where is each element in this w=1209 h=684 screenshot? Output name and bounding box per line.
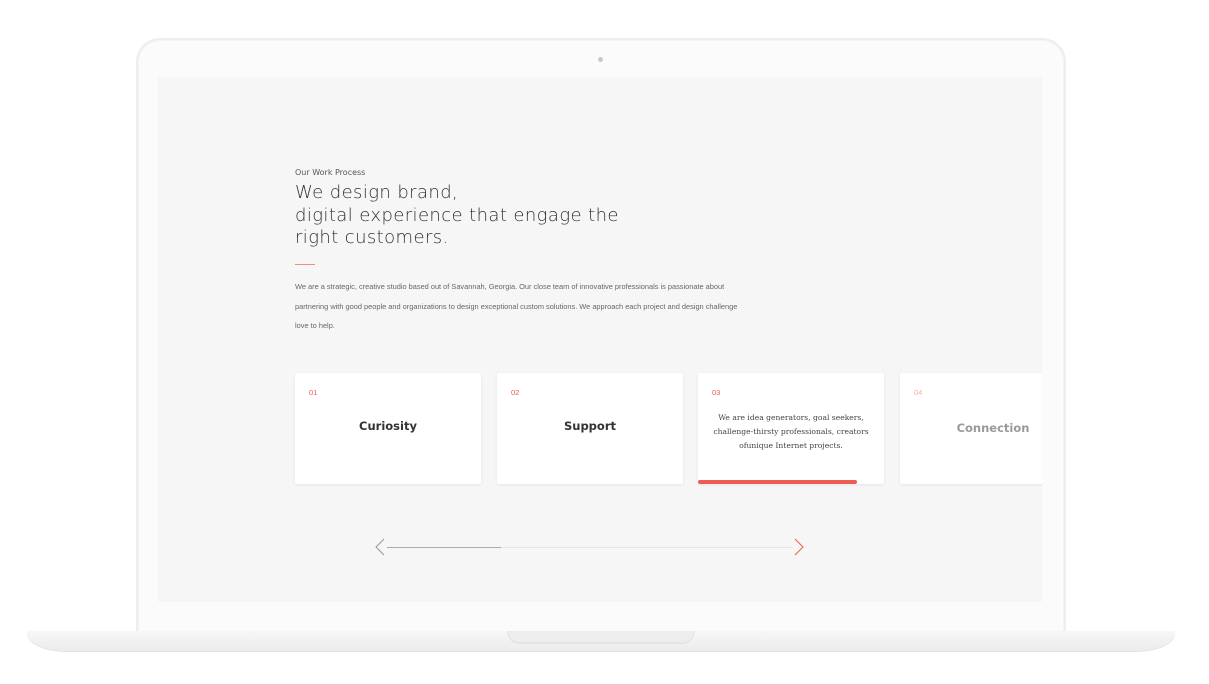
camera-dot (598, 57, 603, 62)
chevron-right-icon (794, 538, 804, 556)
card-number: 04 (914, 388, 923, 397)
card-description: We are idea generators, goal seekers, ch… (708, 411, 874, 453)
section-headline: We design brand, digital experience that… (295, 182, 795, 250)
card-active-bar (698, 480, 857, 484)
card-description-line: ofunique Internet projects. (739, 441, 843, 450)
card-description-line: We are idea generators, goal seekers, (718, 413, 864, 422)
intro-line: partnering with good people and organiza… (295, 301, 738, 311)
section-eyebrow: Our Work Process (295, 168, 366, 177)
intro-line: We are a strategic, creative studio base… (295, 282, 725, 291)
headline-line: digital experience that engage the (295, 204, 619, 226)
section-intro: We are a strategic, creative studio base… (295, 277, 815, 336)
headline-line: right customers. (295, 227, 449, 248)
card-number: 03 (712, 388, 721, 397)
headline-line: We design brand, (295, 182, 459, 203)
card-description-line: challenge-thirsty professionals, creator… (713, 427, 869, 436)
card-title: Support (563, 419, 616, 433)
laptop-notch (507, 631, 695, 644)
process-card-connection[interactable]: 04 Connection (900, 373, 1042, 484)
process-card-support[interactable]: 02 Support (497, 373, 683, 484)
card-title: Connection (956, 421, 1030, 435)
prev-arrow-button[interactable] (372, 538, 388, 556)
chevron-left-icon (375, 538, 385, 556)
process-card-curiosity[interactable]: 01 Curiosity (295, 373, 481, 484)
intro-line: love to help. (295, 321, 335, 330)
screen: Our Work Process We design brand, digita… (158, 77, 1042, 602)
card-title: Curiosity (359, 419, 417, 433)
slider-progress (387, 547, 501, 548)
card-number: 02 (511, 388, 520, 397)
next-arrow-button[interactable] (791, 538, 807, 556)
accent-divider (295, 264, 315, 265)
laptop-mockup: Our Work Process We design brand, digita… (0, 0, 1209, 684)
process-card-active[interactable]: 03 We are idea generators, goal seekers,… (698, 373, 884, 484)
card-number: 01 (309, 388, 318, 397)
